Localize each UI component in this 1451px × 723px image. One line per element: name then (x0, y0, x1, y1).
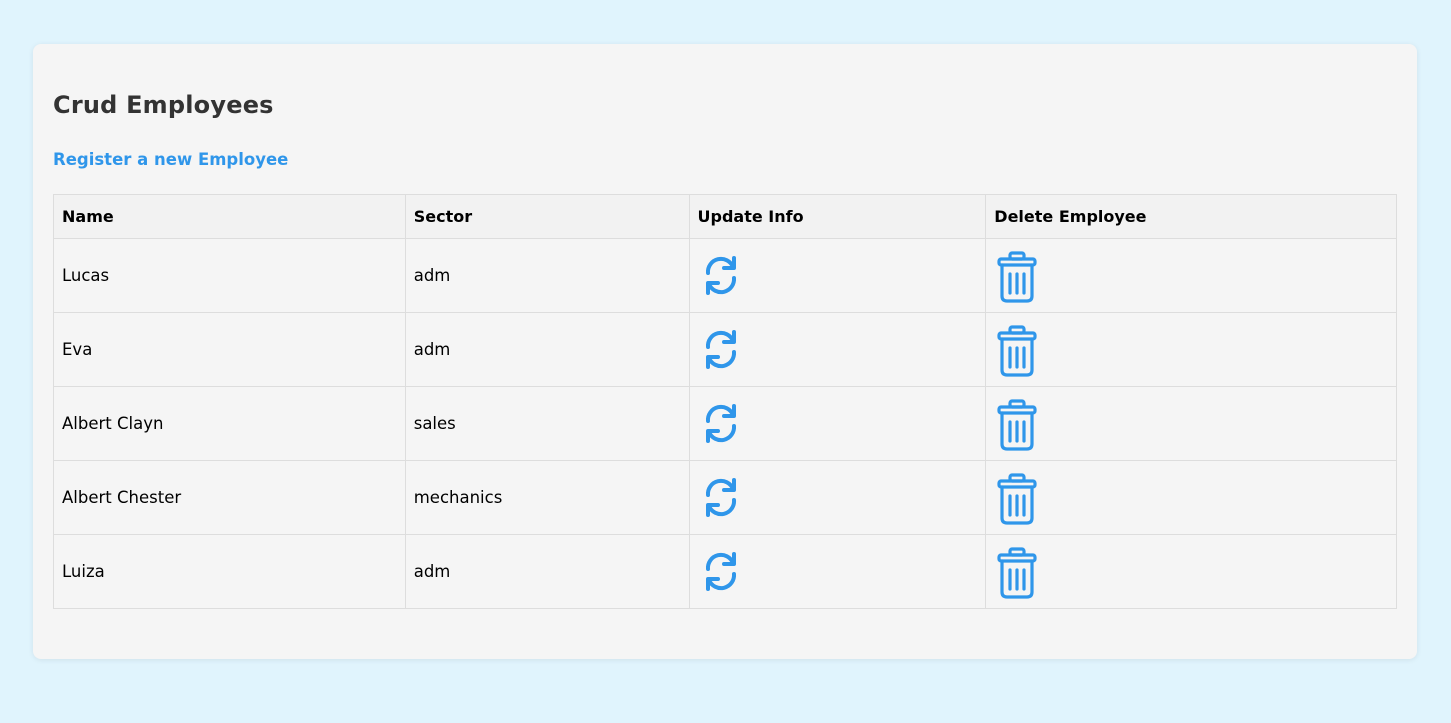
refresh-icon[interactable] (700, 251, 746, 305)
page-title: Crud Employees (53, 91, 274, 119)
header-delete-employee: Delete Employee (985, 194, 1397, 239)
employees-table-body: Lucas adm Eva adm Albert Clayn sales Alb… (53, 238, 1397, 609)
delete-cell (985, 238, 1397, 313)
table-row: Lucas adm (53, 238, 1397, 313)
employee-sector: adm (404, 312, 690, 387)
update-cell (688, 238, 987, 313)
header-update-info: Update Info (688, 194, 987, 239)
refresh-icon[interactable] (700, 399, 746, 453)
table-row: Albert Chester mechanics (53, 460, 1397, 535)
register-employee-link[interactable]: Register a new Employee (53, 150, 288, 169)
table-row: Luiza adm (53, 534, 1397, 609)
employee-name: Albert Clayn (53, 386, 406, 461)
employee-name: Eva (53, 312, 406, 387)
employees-card: Crud Employees Register a new Employee N… (33, 44, 1417, 659)
update-cell (688, 534, 987, 609)
trash-icon[interactable] (996, 324, 1042, 379)
employee-name: Lucas (53, 238, 406, 313)
trash-icon[interactable] (996, 250, 1042, 305)
trash-icon[interactable] (996, 546, 1042, 601)
delete-cell (985, 312, 1397, 387)
update-cell (688, 386, 987, 461)
table-header-row: Name Sector Update Info Delete Employee (53, 194, 1397, 239)
header-name: Name (53, 194, 406, 239)
refresh-icon[interactable] (700, 325, 746, 379)
employee-name: Albert Chester (53, 460, 406, 535)
employee-sector: sales (404, 386, 690, 461)
table-row: Albert Clayn sales (53, 386, 1397, 461)
table-row: Eva adm (53, 312, 1397, 387)
update-cell (688, 460, 987, 535)
delete-cell (985, 460, 1397, 535)
trash-icon[interactable] (996, 472, 1042, 527)
employee-sector: adm (404, 238, 690, 313)
trash-icon[interactable] (996, 398, 1042, 453)
update-cell (688, 312, 987, 387)
delete-cell (985, 386, 1397, 461)
employee-sector: adm (404, 534, 690, 609)
refresh-icon[interactable] (700, 547, 746, 601)
employee-sector: mechanics (404, 460, 690, 535)
header-sector: Sector (404, 194, 690, 239)
employee-name: Luiza (53, 534, 406, 609)
delete-cell (985, 534, 1397, 609)
employees-table: Name Sector Update Info Delete Employee … (53, 194, 1397, 609)
refresh-icon[interactable] (700, 473, 746, 527)
